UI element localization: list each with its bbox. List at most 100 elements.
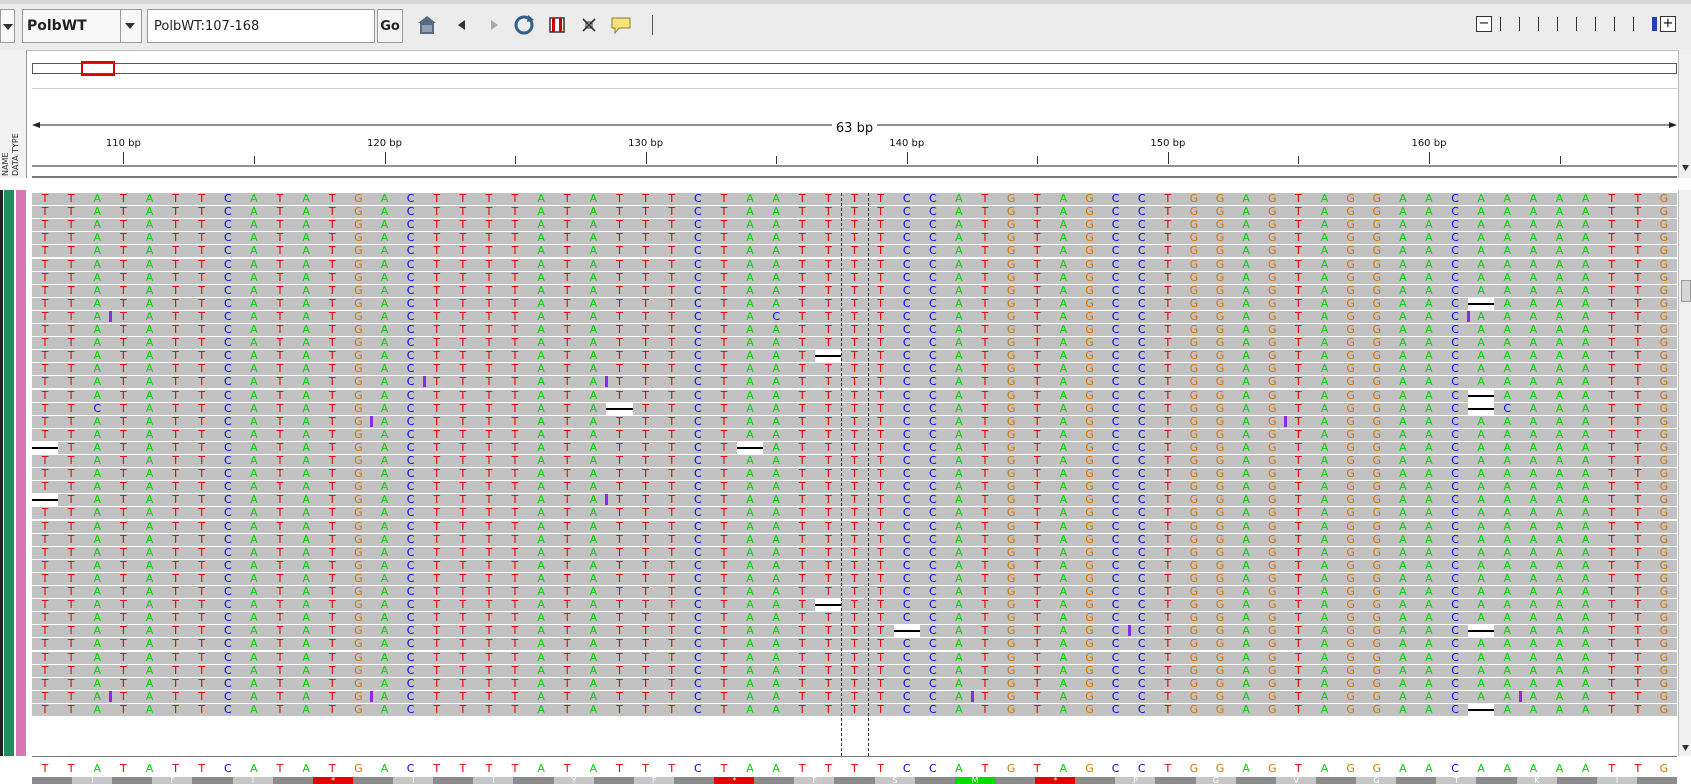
read-row[interactable]: TTATATTCATATGACTTTTATATTTCTAATTTTCCATGTA… — [32, 245, 1677, 258]
zoom-tick[interactable] — [1614, 17, 1615, 31]
home-icon[interactable] — [415, 13, 439, 37]
read-base: T — [851, 218, 858, 232]
read-row[interactable]: TTATATTCATATGACTTTTATATTTCTAATTTTCCATGTA… — [32, 481, 1677, 494]
read-base: G — [1085, 349, 1094, 363]
read-row[interactable]: TTATATTCATATGACTTTTATATTTCTAATTTTCCATGTA… — [32, 520, 1677, 533]
read-row[interactable]: TTATATTCATATGACTTTTATATTTCTAATTTTCCATGTA… — [32, 363, 1677, 376]
read-row[interactable]: TTATATTCATATGACTTTTATATTTCTAATTTTCCATGTA… — [32, 206, 1677, 219]
popup-info-icon[interactable] — [609, 13, 633, 37]
read-row[interactable]: TATATTCATATGACTTTTATATTTCTATTTTCCATGTAGC… — [32, 441, 1677, 454]
zoom-tick[interactable] — [1576, 17, 1577, 31]
read-row[interactable]: TTATATTCATATGACTTTTATATTTCTAATTTTCCATGTA… — [32, 455, 1677, 467]
read-row[interactable]: TATATTCATATGACTTTTATATTTCTAATTTTCCATGTAG… — [32, 493, 1677, 507]
locus-search-input[interactable] — [147, 9, 375, 43]
zoom-tick[interactable] — [1538, 17, 1539, 31]
region-icon[interactable] — [545, 13, 569, 37]
read-row[interactable]: TTATATTCATATGACTTTTATATTTCTAATTTTCCATGTA… — [32, 388, 1677, 402]
read-row[interactable]: TTATATTCATATGACTTTTATATTTCTAATTTTCCATGTA… — [32, 702, 1677, 716]
chromosome-ideogram[interactable] — [32, 63, 1677, 74]
go-button[interactable]: Go — [377, 9, 403, 43]
insertion-marker[interactable] — [1467, 310, 1471, 322]
read-row[interactable]: TTATATTCATATGACTTTTATATTTCTAATTTTCCATGTA… — [32, 546, 1677, 559]
refresh-icon[interactable] — [512, 13, 536, 37]
read-row[interactable]: TTATATTCATATGACTTTTATATTTCTAATTTCCATGTAG… — [32, 349, 1677, 363]
zoom-tick[interactable] — [1633, 17, 1634, 31]
zoom-in-button[interactable]: + — [1660, 16, 1676, 32]
read-row[interactable]: TTATATTCATATGACTTTTATATTTCTAATTTTCCATGTA… — [32, 650, 1677, 664]
read-base: T — [616, 231, 623, 245]
zoom-tick[interactable] — [1519, 17, 1520, 31]
back-icon[interactable] — [450, 13, 474, 37]
zoom-tick[interactable] — [1595, 17, 1596, 31]
insertion-marker[interactable] — [605, 494, 609, 506]
read-base: A — [1503, 388, 1512, 402]
read-row[interactable]: TTATATTCATATGACTTTTATATTTCTAATTTTCCATGTA… — [32, 193, 1677, 205]
read-row[interactable]: TTATATTCATATGACTTTTATATTTCTAATTTTCCATGTA… — [32, 324, 1677, 336]
read-base: G — [354, 702, 363, 716]
read-row[interactable]: TTATATTCATATGACTTTTATATTTCTAATTTTCCATGTA… — [32, 375, 1677, 389]
read-row[interactable]: TTATATTCATATGACTTTTATATTTCTAATTTTCCATGTA… — [32, 468, 1677, 481]
read-row[interactable]: TTATATTCATATGACTTTTATATTTCTAATTTTCCATGTA… — [32, 677, 1677, 690]
insertion-marker[interactable] — [370, 415, 374, 427]
genome-dropdown-arrow[interactable] — [0, 9, 15, 43]
read-row[interactable]: TTATATTCATATGACTTTTATATTTCTAATTTTCCATGTA… — [32, 258, 1677, 271]
read-row[interactable]: TTATATTCATATGACTTTTATATTTCTAATTTTCCATGTA… — [32, 690, 1677, 703]
read-row[interactable]: TTATATTCATATGACTTTTATATTTCTACTTTTCCATGTA… — [32, 309, 1677, 323]
forward-icon[interactable] — [482, 13, 506, 37]
read-row[interactable]: TTATATTCATATGACTTTTATATTTCTAATTTTCCATGTA… — [32, 586, 1677, 598]
read-base: A — [1059, 427, 1068, 441]
read-row[interactable]: TTATATTCATATGACTTTTATATTTCTAATTTTCCATGTA… — [32, 297, 1677, 310]
read-row[interactable]: TTATATTCATATGACTTTTATATTTCTAATTTTCCATGTA… — [32, 611, 1677, 625]
read-row[interactable]: TTATATTCATATGACTTTTATATTTCTAATTTTCCATGTA… — [32, 337, 1677, 350]
read-base: C — [1111, 650, 1120, 664]
insertion-marker[interactable] — [109, 690, 113, 702]
read-base: T — [1608, 571, 1616, 585]
read-row[interactable]: TTATATTCATATGACTTTTATATTTCTAATTTTCCATGTA… — [32, 532, 1677, 546]
insertion-marker[interactable] — [1127, 625, 1131, 637]
insertion-marker[interactable] — [109, 310, 113, 322]
read-row[interactable]: TTATATTCATATGACTTTTATATTTCTAATTTTCCATGTA… — [32, 664, 1677, 677]
read-base: T — [328, 193, 336, 205]
ruler[interactable]: 63 bp 110 bp 120 bp 130 bp 140 bp 150 bp 160 … — [32, 96, 1677, 174]
read-base: G — [1346, 598, 1355, 612]
alignment-track[interactable]: T TATATTCATATGACTTTTATATTTCTAATTTTCCATGTA… — [32, 193, 1677, 756]
insertion-marker[interactable] — [370, 690, 374, 702]
read-base: C — [223, 375, 232, 389]
insertion-marker[interactable] — [1519, 690, 1523, 702]
read-row[interactable]: TTATATTCATATGACTTTTATATTTCTAATTTTCCATGTA… — [32, 231, 1677, 245]
insertion-marker[interactable] — [422, 376, 426, 388]
read-row[interactable]: TTATATTCATATGACTTTTATATTTCTAATTTTCCATGTA… — [32, 559, 1677, 572]
read-base: A — [1242, 388, 1250, 402]
ruler-scrollbar[interactable] — [1678, 50, 1691, 178]
zoom-slider[interactable] — [1500, 17, 1657, 31]
read-row[interactable]: TTATATTCATATGACTTTTATATTTCTAATTTTCCATGTA… — [32, 638, 1677, 651]
read-row[interactable]: TTCTATTCATATGACTTTTATATTCTAATTTTCCATGTAG… — [32, 402, 1677, 415]
read-row[interactable]: TTATATTCATATGACTTTTATATTTCTAATTTTCCATGTA… — [32, 571, 1677, 585]
read-base: G — [1215, 702, 1225, 716]
read-row[interactable]: TTATATTCATATGACTTTTATATTTCTAATTTTCCATGTA… — [32, 271, 1677, 284]
zoom-tick[interactable] — [1500, 17, 1501, 31]
zoom-tick[interactable] — [1652, 17, 1657, 31]
sample-dropdown[interactable]: PolbWT — [22, 9, 142, 43]
read-row[interactable]: TTATATTCATATGACTTTTATATTTCTAATTTTCCATGTA… — [32, 284, 1677, 297]
insertion-marker[interactable] — [1284, 415, 1288, 427]
insertion-marker[interactable] — [605, 376, 609, 388]
insertion-marker[interactable] — [971, 690, 974, 702]
sample-dropdown-button[interactable] — [120, 10, 141, 42]
zoom-tick[interactable] — [1557, 17, 1558, 31]
fit-to-window-icon[interactable] — [577, 13, 601, 37]
read-base: A — [1503, 349, 1512, 363]
read-base: A — [772, 532, 780, 546]
reads-scrollbar[interactable] — [1678, 190, 1691, 756]
read-row[interactable]: TTATATTCATATGACTTTTATATTTCTAATTTTCCATGTA… — [32, 507, 1677, 520]
read-row[interactable]: TTATATTCATATGACTTTTATATTTCTAATTTTCCATGTA… — [32, 427, 1677, 441]
read-row[interactable]: TTATATTCATATGACTTTTATATTTCTAATTTTCATGTAG… — [32, 625, 1677, 638]
read-row[interactable]: TTATATTCATATGACTTTTATATTTCTAATTTTCCATGTA… — [32, 218, 1677, 232]
read-base: A — [537, 388, 545, 402]
read-row[interactable]: TTATATTCATATGACTTTTATATTTCTAATTTCCATGTAG… — [32, 598, 1677, 612]
zoom-out-button[interactable]: − — [1476, 16, 1492, 32]
read-base: T — [67, 611, 75, 625]
read-row[interactable]: TTATATTCATATGACTTTTATATTTCTAATTTTCCATGTA… — [32, 415, 1677, 428]
read-base: G — [1659, 493, 1669, 507]
read-base: G — [1085, 309, 1094, 323]
